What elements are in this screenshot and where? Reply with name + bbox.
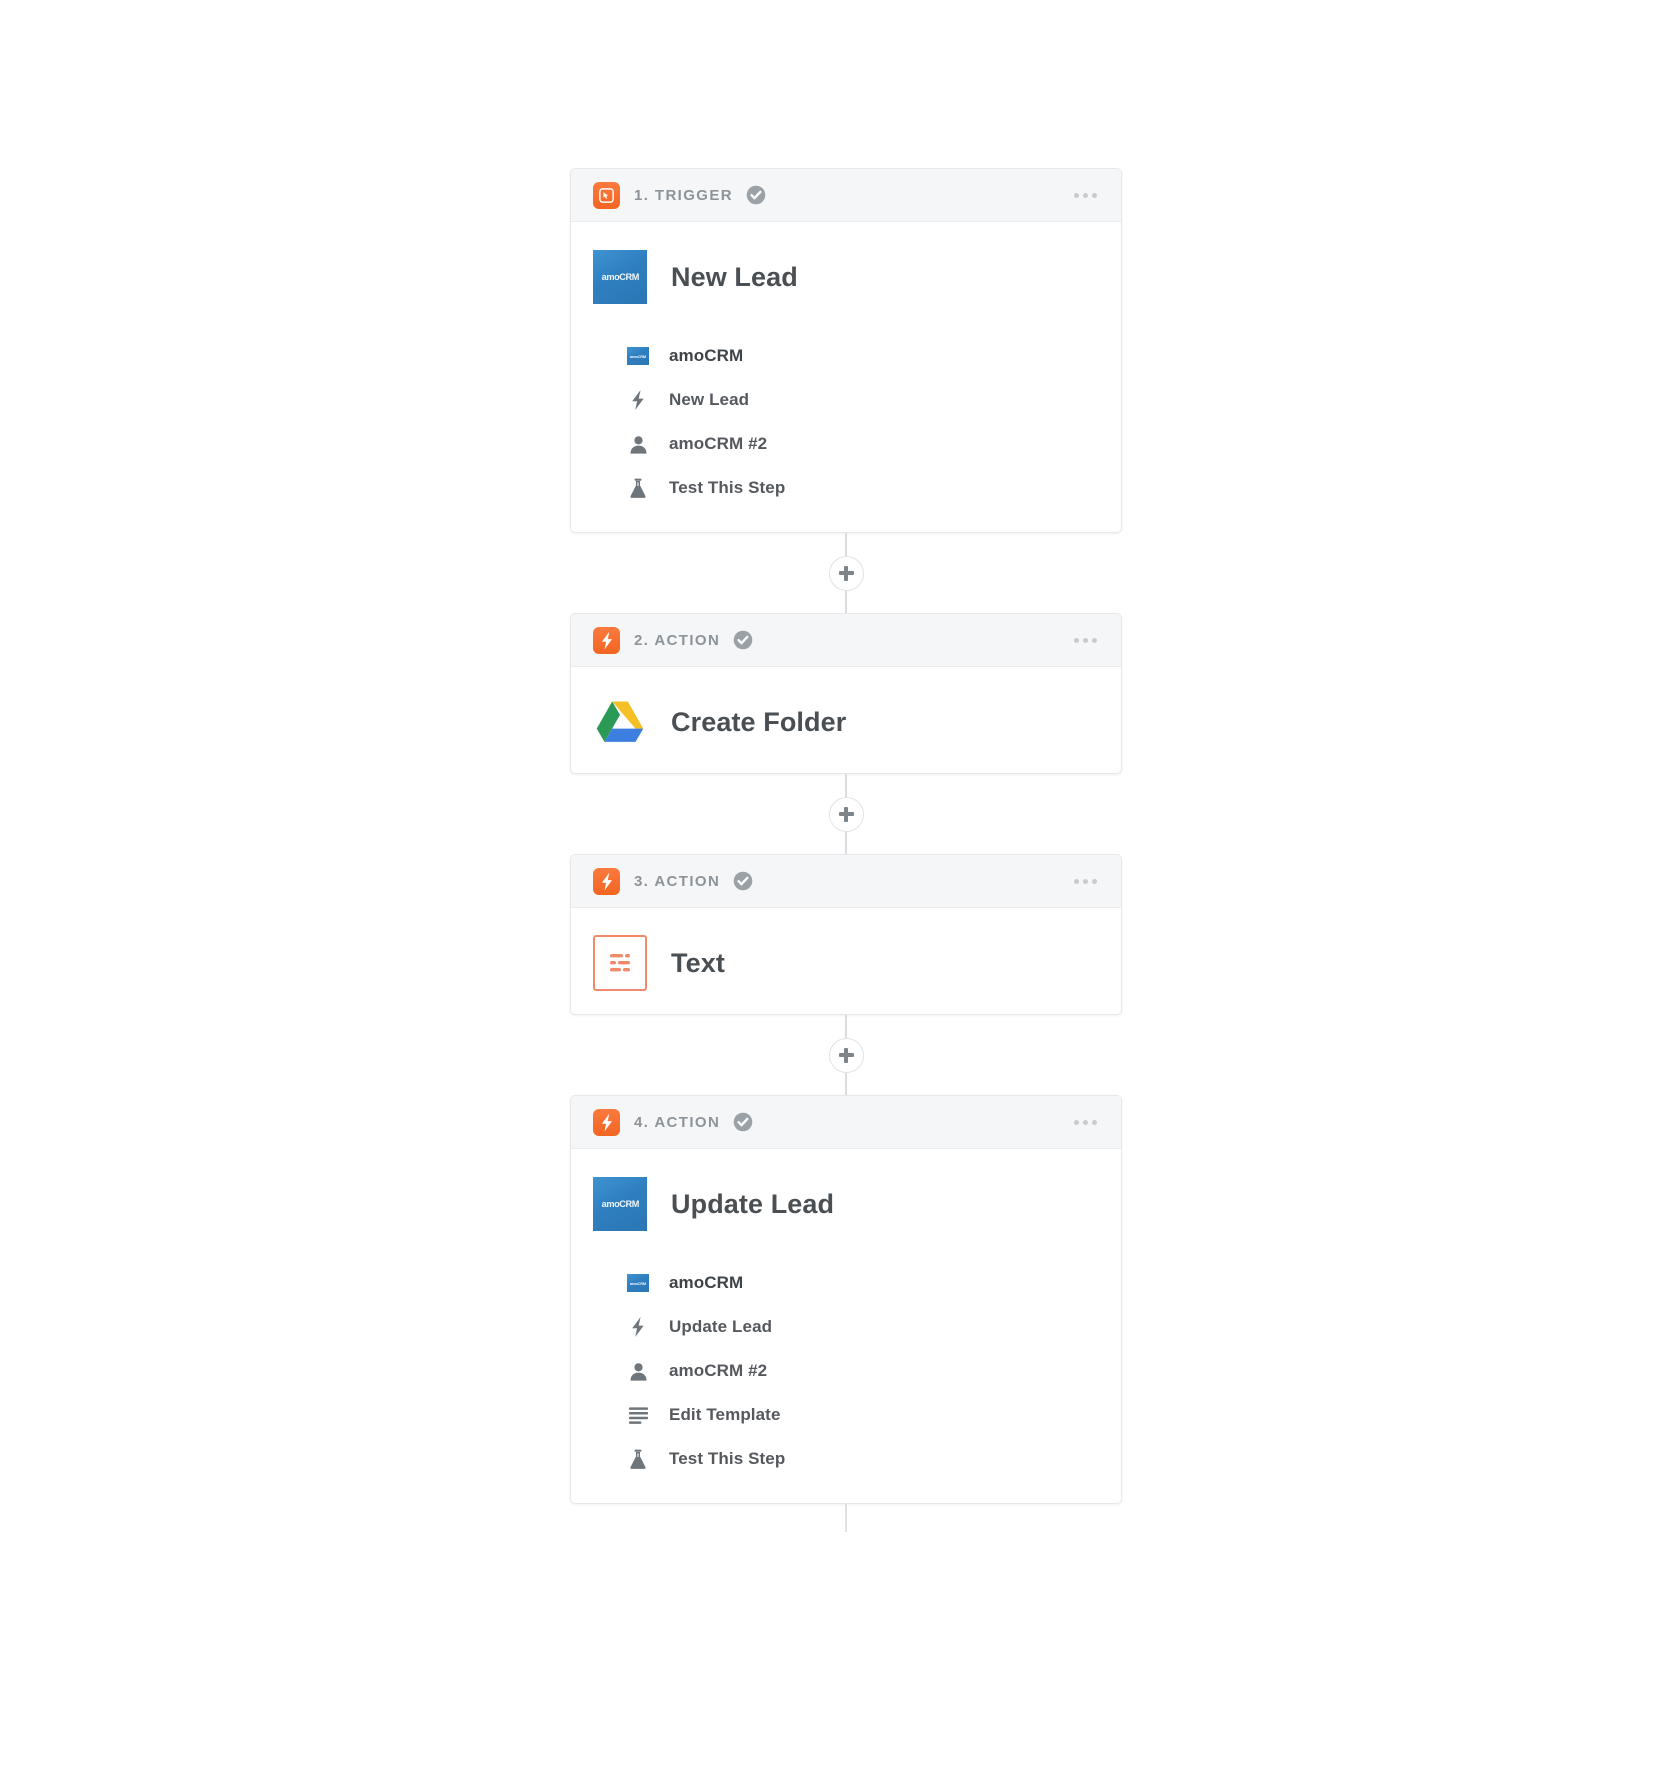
lightning-bolt-icon bbox=[593, 1108, 620, 1136]
detail-row-template-4[interactable]: Edit Template bbox=[625, 1393, 1099, 1437]
step-connector-2-3 bbox=[570, 774, 1122, 854]
step-details-4: amoCRM amoCRM Update Lead amoCRM #2 Edit… bbox=[593, 1261, 1099, 1481]
detail-row-event-1[interactable]: New Lead bbox=[625, 378, 1099, 422]
step-connector-3-4 bbox=[570, 1015, 1122, 1095]
add-step-button[interactable] bbox=[828, 555, 864, 591]
step-header-4: 4. ACTION bbox=[571, 1096, 1121, 1149]
add-step-button[interactable] bbox=[828, 796, 864, 832]
detail-row-test-4[interactable]: Test This Step bbox=[625, 1437, 1099, 1481]
amocrm-logo-icon: amoCRM bbox=[593, 1177, 647, 1231]
ellipsis-menu-icon[interactable] bbox=[1068, 630, 1103, 651]
google-drive-icon bbox=[593, 695, 647, 749]
lightning-bolt-icon bbox=[593, 626, 620, 654]
trigger-cursor-icon bbox=[593, 181, 620, 209]
check-circle-icon bbox=[732, 870, 754, 892]
workflow-step-list: 1. TRIGGER amoCRM New Lead amoCRM amoCRM… bbox=[570, 168, 1122, 1532]
step-title-1: New Lead bbox=[671, 261, 798, 292]
workflow-step-card-1[interactable]: 1. TRIGGER amoCRM New Lead amoCRM amoCRM… bbox=[570, 168, 1122, 533]
workflow-step-card-3[interactable]: 3. ACTION Text bbox=[570, 854, 1122, 1015]
step-body-3: Text bbox=[571, 908, 1121, 1014]
step-header-2: 2. ACTION bbox=[571, 614, 1121, 667]
step-title-2: Create Folder bbox=[671, 706, 847, 737]
step-body-2: Create Folder bbox=[571, 667, 1121, 773]
detail-label: Update Lead bbox=[669, 1317, 773, 1336]
lightning-bolt-icon bbox=[625, 387, 651, 413]
check-circle-icon bbox=[745, 184, 767, 206]
flask-icon bbox=[625, 475, 651, 501]
step-label-3: 3. ACTION bbox=[634, 872, 721, 890]
step-body-4: amoCRM Update Lead amoCRM amoCRM Update … bbox=[571, 1149, 1121, 1503]
text-formatter-icon bbox=[593, 935, 647, 991]
amocrm-mini-wordmark: amoCRM bbox=[629, 353, 647, 359]
step-title-4: Update Lead bbox=[671, 1188, 835, 1219]
amocrm-wordmark: amoCRM bbox=[601, 272, 639, 282]
detail-label: Edit Template bbox=[669, 1405, 781, 1424]
detail-row-app-1[interactable]: amoCRM amoCRM bbox=[625, 334, 1099, 378]
amocrm-wordmark: amoCRM bbox=[601, 1199, 639, 1209]
detail-row-event-4[interactable]: Update Lead bbox=[625, 1305, 1099, 1349]
detail-row-test-1[interactable]: Test This Step bbox=[625, 466, 1099, 510]
person-icon bbox=[625, 431, 651, 457]
connector-line bbox=[845, 1504, 847, 1532]
person-icon bbox=[625, 1358, 651, 1384]
lightning-bolt-icon bbox=[593, 867, 620, 895]
detail-label: amoCRM bbox=[669, 1273, 744, 1292]
step-title-row-2: Create Folder bbox=[593, 693, 1099, 751]
step-header-3: 3. ACTION bbox=[571, 855, 1121, 908]
step-title-row-3: Text bbox=[593, 934, 1099, 992]
step-title-row-4: amoCRM Update Lead bbox=[593, 1175, 1099, 1233]
detail-label: Test This Step bbox=[669, 1449, 786, 1468]
amocrm-mini-wordmark: amoCRM bbox=[629, 1280, 647, 1286]
detail-row-app-4[interactable]: amoCRM amoCRM bbox=[625, 1261, 1099, 1305]
step-details-1: amoCRM amoCRM New Lead amoCRM #2 Test Th… bbox=[593, 334, 1099, 510]
flask-icon bbox=[625, 1446, 651, 1472]
ellipsis-menu-icon[interactable] bbox=[1068, 871, 1103, 892]
workflow-step-card-4[interactable]: 4. ACTION amoCRM Update Lead amoCRM amoC… bbox=[570, 1095, 1122, 1504]
step-title-row-1: amoCRM New Lead bbox=[593, 248, 1099, 306]
workflow-step-card-2[interactable]: 2. ACTION Create Folder bbox=[570, 613, 1122, 774]
lines-icon bbox=[625, 1402, 651, 1428]
detail-label: New Lead bbox=[669, 390, 750, 409]
ellipsis-menu-icon[interactable] bbox=[1068, 185, 1103, 206]
lightning-bolt-icon bbox=[625, 1314, 651, 1340]
step-label-1: 1. TRIGGER bbox=[634, 186, 734, 204]
amocrm-logo-icon: amoCRM bbox=[625, 1270, 651, 1296]
detail-row-account-1[interactable]: amoCRM #2 bbox=[625, 422, 1099, 466]
detail-row-account-4[interactable]: amoCRM #2 bbox=[625, 1349, 1099, 1393]
check-circle-icon bbox=[732, 1111, 754, 1133]
amocrm-logo-icon: amoCRM bbox=[625, 343, 651, 369]
step-body-1: amoCRM New Lead amoCRM amoCRM New Lead a… bbox=[571, 222, 1121, 532]
workflow-canvas: 1. TRIGGER amoCRM New Lead amoCRM amoCRM… bbox=[0, 0, 1680, 1792]
step-connector-1-2 bbox=[570, 533, 1122, 613]
detail-label: Test This Step bbox=[669, 478, 786, 497]
detail-label: amoCRM #2 bbox=[669, 434, 768, 453]
step-title-3: Text bbox=[671, 947, 725, 978]
step-label-4: 4. ACTION bbox=[634, 1113, 721, 1131]
step-label-2: 2. ACTION bbox=[634, 631, 721, 649]
check-circle-icon bbox=[732, 629, 754, 651]
detail-label: amoCRM bbox=[669, 346, 744, 365]
amocrm-logo-icon: amoCRM bbox=[593, 250, 647, 304]
step-connector-tail bbox=[570, 1504, 1122, 1532]
detail-label: amoCRM #2 bbox=[669, 1361, 768, 1380]
add-step-button[interactable] bbox=[828, 1037, 864, 1073]
step-header-1: 1. TRIGGER bbox=[571, 169, 1121, 222]
ellipsis-menu-icon[interactable] bbox=[1068, 1112, 1103, 1133]
